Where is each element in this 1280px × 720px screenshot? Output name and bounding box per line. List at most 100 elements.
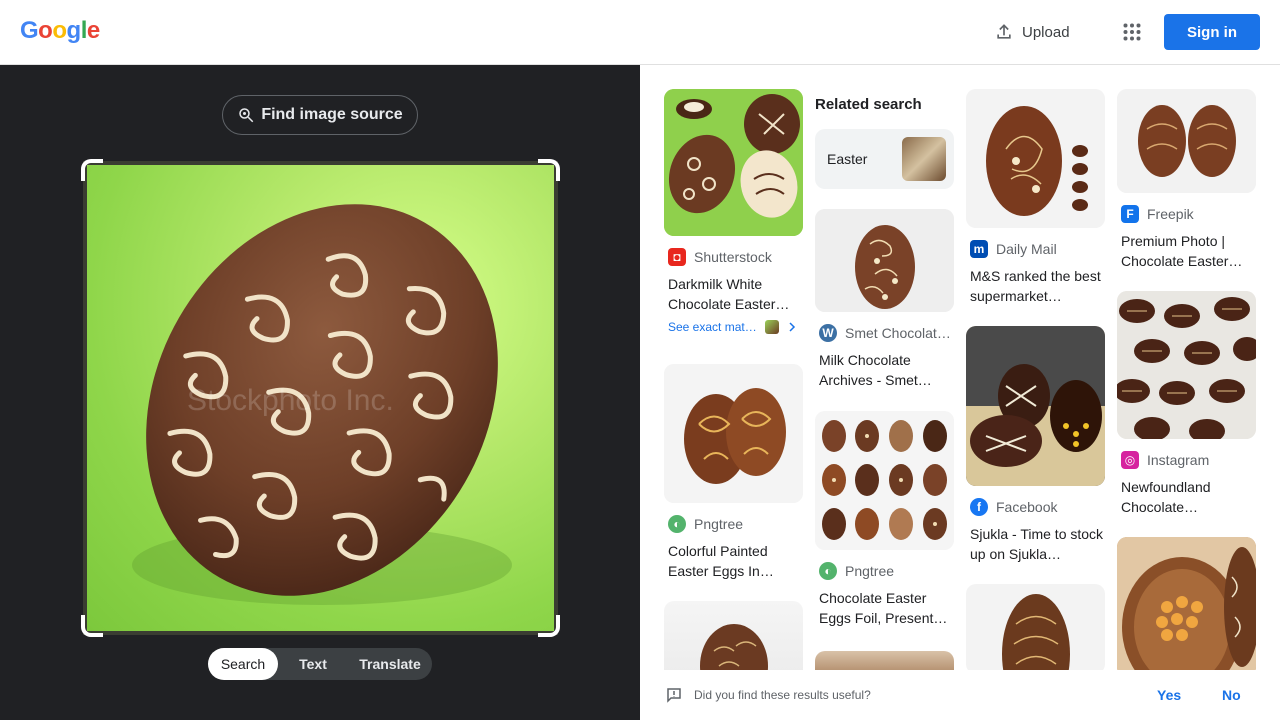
- crop-handle-bottom-right[interactable]: [538, 615, 560, 637]
- result-thumbnail[interactable]: [966, 89, 1105, 228]
- egg-thumbnail-image: [664, 89, 803, 236]
- crop-handle-top-right[interactable]: [538, 159, 560, 181]
- result-title[interactable]: Premium Photo | Chocolate Easter…: [1117, 231, 1256, 271]
- result-thumbnail[interactable]: [966, 584, 1105, 670]
- result-source[interactable]: F Freepik: [1117, 205, 1256, 223]
- result-source[interactable]: ◎ Instagram: [1117, 451, 1256, 469]
- result-source[interactable]: ◐ Pngtree: [664, 515, 803, 533]
- find-image-source-button[interactable]: Find image source: [222, 95, 418, 135]
- result-source-name: Shutterstock: [694, 249, 772, 265]
- tab-translate[interactable]: Translate: [348, 648, 432, 680]
- result-title[interactable]: Colorful Painted Easter Eggs In…: [664, 541, 803, 581]
- result-thumbnail[interactable]: [815, 209, 954, 312]
- result-card[interactable]: m Daily Mail M&S ranked the best superma…: [966, 89, 1105, 306]
- image-watermark: Stockphoto Inc.: [187, 384, 394, 417]
- upload-icon: [997, 24, 1011, 39]
- feedback-bar: Did you find these results useful? Yes N…: [640, 670, 1280, 720]
- result-thumbnail[interactable]: [966, 326, 1105, 486]
- feedback-yes-button[interactable]: Yes: [1157, 687, 1181, 703]
- upload-button[interactable]: Upload: [986, 16, 1078, 48]
- result-source-name: Facebook: [996, 499, 1058, 515]
- result-card[interactable]: ◘ Shutterstock Darkmilk White Chocolate …: [664, 89, 803, 334]
- freepik-icon: F: [1121, 205, 1139, 223]
- crop-handle-top-left[interactable]: [81, 159, 103, 181]
- pngtree-icon: ◐: [819, 562, 837, 580]
- result-title[interactable]: M&S ranked the best supermarket…: [966, 266, 1105, 306]
- find-image-source-label: Find image source: [261, 106, 403, 123]
- result-title[interactable]: Sjukla - Time to stock up on Sjukla…: [966, 524, 1105, 564]
- logo-letter: G: [20, 17, 39, 44]
- result-card[interactable]: ◎ Instagram Newfoundland Chocolate…: [1117, 291, 1256, 517]
- tab-search[interactable]: Search: [208, 648, 278, 680]
- tab-text[interactable]: Text: [278, 648, 348, 680]
- see-exact-matches-label: See exact mat…: [668, 320, 757, 334]
- related-search-heading: Related search: [815, 96, 922, 113]
- daily-mail-icon: m: [970, 240, 988, 258]
- result-thumbnail[interactable]: [815, 651, 954, 670]
- result-source-name: Daily Mail: [996, 241, 1057, 257]
- eggs-nest-thumbnail-image: [966, 326, 1105, 486]
- result-card[interactable]: f Facebook Sjukla - Time to stock up on …: [966, 326, 1105, 564]
- result-thumbnail[interactable]: [1117, 537, 1256, 670]
- result-source[interactable]: ◐ Pngtree: [815, 562, 954, 580]
- sign-in-button[interactable]: Sign in: [1164, 14, 1260, 50]
- egg-thumbnail-image: [664, 364, 803, 503]
- result-thumbnail[interactable]: [664, 364, 803, 503]
- result-thumbnail[interactable]: [1117, 291, 1256, 439]
- result-title[interactable]: Chocolate Easter Eggs Foil, Present…: [815, 588, 954, 628]
- result-source[interactable]: ◘ Shutterstock: [664, 248, 803, 266]
- result-source-name: Pngtree: [845, 563, 895, 579]
- see-exact-matches-link[interactable]: See exact mat…: [664, 320, 803, 334]
- apps-button[interactable]: [1116, 16, 1148, 48]
- crop-area[interactable]: Stockphoto Inc.: [81, 159, 560, 637]
- related-search-thumbnail: [902, 137, 946, 181]
- result-card[interactable]: [815, 651, 954, 670]
- mode-tabs: Search Text Translate: [208, 648, 432, 680]
- feedback-question: Did you find these results useful?: [694, 688, 871, 702]
- wordpress-icon: W: [819, 324, 837, 342]
- result-title[interactable]: Newfoundland Chocolate…: [1117, 477, 1256, 517]
- facebook-icon: f: [970, 498, 988, 516]
- result-thumbnail[interactable]: [1117, 89, 1256, 193]
- result-title[interactable]: Milk Chocolate Archives - Smet…: [815, 350, 954, 390]
- visual-matches-pane: ◘ Shutterstock Darkmilk White Chocolate …: [640, 65, 1280, 670]
- egg-thumbnail-image: [815, 209, 954, 312]
- chocolate-egg-illustration: Stockphoto Inc.: [132, 204, 512, 605]
- result-thumbnail[interactable]: [815, 411, 954, 550]
- result-source-name: Freepik: [1147, 206, 1194, 222]
- related-search-chip[interactable]: Easter: [815, 129, 954, 189]
- logo-letter: g: [66, 17, 82, 44]
- feedback-icon: [667, 688, 681, 703]
- egg-halves-thumbnail-image: [1117, 537, 1256, 670]
- result-card[interactable]: ◐ Pngtree Chocolate Easter Eggs Foil, Pr…: [815, 411, 954, 628]
- upload-label: Upload: [1022, 23, 1070, 41]
- eggs-grid-thumbnail-image: [815, 411, 954, 550]
- query-image: Stockphoto Inc.: [87, 165, 554, 631]
- result-thumbnail[interactable]: [664, 601, 803, 670]
- result-source[interactable]: W Smet Chocolat…: [815, 324, 954, 342]
- result-thumbnail[interactable]: [664, 89, 803, 236]
- shutterstock-icon: ◘: [668, 248, 686, 266]
- google-logo[interactable]: Google: [20, 17, 100, 45]
- eggs-pair-thumbnail-image: [1117, 89, 1256, 193]
- result-card[interactable]: [966, 584, 1105, 670]
- result-card[interactable]: [1117, 537, 1256, 670]
- crop-handle-bottom-left[interactable]: [81, 615, 103, 637]
- egg-thumbnail-image: [700, 624, 768, 670]
- result-card[interactable]: ◐ Pngtree Colorful Painted Easter Eggs I…: [664, 364, 803, 581]
- result-title[interactable]: Darkmilk White Chocolate Easter…: [664, 274, 803, 314]
- instagram-icon: ◎: [1121, 451, 1139, 469]
- result-source-name: Pngtree: [694, 516, 744, 532]
- logo-letter: e: [86, 17, 100, 44]
- top-bar: Google Upload Sign in: [0, 0, 1280, 65]
- result-source-name: Instagram: [1147, 452, 1210, 468]
- logo-letter: o: [52, 17, 67, 44]
- feedback-no-button[interactable]: No: [1222, 687, 1241, 703]
- result-source[interactable]: f Facebook: [966, 498, 1105, 516]
- result-source[interactable]: m Daily Mail: [966, 240, 1105, 258]
- result-card[interactable]: F Freepik Premium Photo | Chocolate East…: [1117, 89, 1256, 271]
- result-card[interactable]: W Smet Chocolat… Milk Chocolate Archives…: [815, 209, 954, 390]
- query-image-pane: Find image source Stockphoto Inc. Search…: [0, 65, 640, 720]
- result-card[interactable]: [664, 601, 803, 670]
- logo-letter: o: [38, 17, 53, 44]
